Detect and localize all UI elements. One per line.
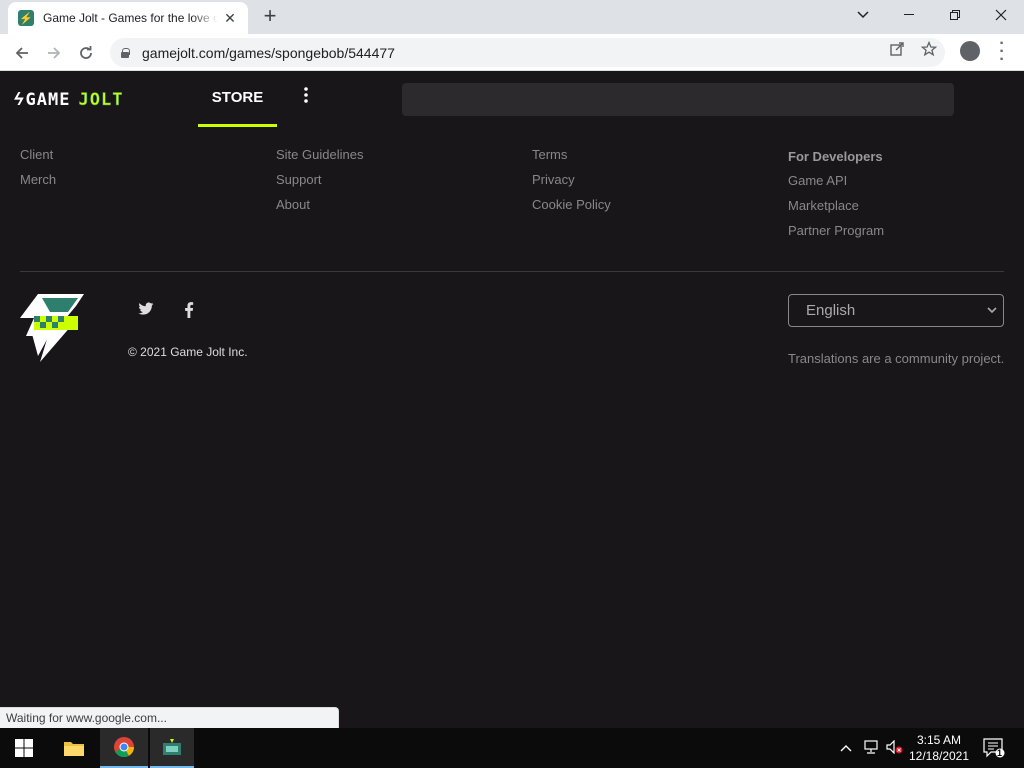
volume-muted-icon[interactable] xyxy=(886,739,904,757)
copyright-text: © 2021 Game Jolt Inc. xyxy=(128,345,248,359)
close-tab-icon[interactable]: ✕ xyxy=(222,10,238,27)
network-icon[interactable] xyxy=(862,740,880,757)
footer-link-game-api[interactable]: Game API xyxy=(788,173,884,189)
windows-logo-icon xyxy=(15,739,33,757)
back-button[interactable] xyxy=(9,40,35,66)
page-content: ϟ GAME JOLT STORE Client Merch Site Guid… xyxy=(0,71,1024,728)
footer-heading-developers: For Developers xyxy=(788,149,883,164)
language-select[interactable]: English xyxy=(788,294,1004,327)
tab-title: Game Jolt - Games for the love of xyxy=(43,11,218,25)
facebook-icon[interactable] xyxy=(180,302,198,320)
footer-link-client[interactable]: Client xyxy=(20,147,56,163)
restore-button[interactable] xyxy=(932,0,978,30)
clock-time: 3:15 AM xyxy=(916,733,962,747)
url-text[interactable]: gamejolt.com/games/spongebob/544477 xyxy=(142,45,395,61)
taskbar-app[interactable] xyxy=(150,728,194,768)
tab-search-chevron-icon[interactable] xyxy=(840,0,886,30)
bolt-icon: ϟ xyxy=(14,89,24,109)
footer-link-partner-program[interactable]: Partner Program xyxy=(788,223,884,239)
translations-note: Translations are a community project. xyxy=(788,351,1005,366)
browser-toolbar: gamejolt.com/games/spongebob/544477 · · · xyxy=(0,34,1024,71)
windows-taskbar: 3:15 AM 12/18/2021 1 xyxy=(0,728,1024,768)
footer-link-merch[interactable]: Merch xyxy=(20,172,56,188)
chrome-menu-icon[interactable]: · · · xyxy=(996,36,1008,68)
taskbar-chrome[interactable] xyxy=(100,728,148,768)
folder-icon xyxy=(64,742,84,756)
footer-column-2: Site Guidelines Support About xyxy=(276,147,363,222)
forward-button[interactable] xyxy=(41,40,67,66)
footer-divider xyxy=(20,271,1004,272)
logo-text-game: GAME xyxy=(25,89,71,110)
gamejolt-logo[interactable]: ϟ GAME JOLT xyxy=(14,89,123,110)
share-icon[interactable] xyxy=(890,41,905,59)
reload-button[interactable] xyxy=(73,40,99,66)
footer-column-3: Terms Privacy Cookie Policy xyxy=(532,147,611,222)
close-window-button[interactable] xyxy=(978,0,1024,30)
footer-link-privacy[interactable]: Privacy xyxy=(532,172,611,188)
show-hidden-icons-chevron-icon[interactable] xyxy=(840,740,852,755)
notification-count-badge: 1 xyxy=(997,748,1003,758)
twitter-icon[interactable] xyxy=(137,302,155,320)
footer-link-about[interactable]: About xyxy=(276,197,363,213)
taskbar-file-explorer[interactable] xyxy=(50,728,98,768)
search-input[interactable] xyxy=(402,83,954,116)
nav-store-tab[interactable]: STORE xyxy=(198,71,277,127)
address-bar[interactable]: gamejolt.com/games/spongebob/544477 xyxy=(110,38,945,67)
footer-link-cookie-policy[interactable]: Cookie Policy xyxy=(532,197,611,213)
chrome-icon xyxy=(114,737,135,758)
footer-column-1: Client Merch xyxy=(20,147,56,197)
footer-column-developers: For Developers Game API Marketplace Part… xyxy=(788,147,884,248)
bookmark-star-icon[interactable] xyxy=(920,40,938,60)
footer-link-support[interactable]: Support xyxy=(276,172,363,188)
new-tab-button[interactable]: + xyxy=(258,4,282,28)
lock-icon[interactable] xyxy=(120,47,130,58)
site-header: ϟ GAME JOLT STORE xyxy=(0,71,1024,127)
footer-link-site-guidelines[interactable]: Site Guidelines xyxy=(276,147,363,163)
footer-link-terms[interactable]: Terms xyxy=(532,147,611,163)
gamejolt-favicon-icon: ⚡ xyxy=(18,10,34,26)
start-button[interactable] xyxy=(0,728,48,768)
profile-avatar-icon[interactable] xyxy=(960,41,980,61)
more-options-icon[interactable] xyxy=(298,87,314,111)
footer-link-marketplace[interactable]: Marketplace xyxy=(788,198,884,214)
browser-tab[interactable]: ⚡ Game Jolt - Games for the love of ✕ xyxy=(8,2,248,34)
chevron-down-icon xyxy=(987,303,997,317)
language-selected-value: English xyxy=(806,302,856,319)
logo-text-jolt: JOLT xyxy=(78,89,124,110)
browser-tabstrip: ⚡ Game Jolt - Games for the love of ✕ + xyxy=(0,0,1024,34)
taskbar-clock[interactable]: 3:15 AM 12/18/2021 xyxy=(906,732,972,764)
browser-status-bar: Waiting for www.google.com... xyxy=(0,707,339,728)
minimize-button[interactable] xyxy=(886,0,932,30)
gamejolt-bolt-logo-icon[interactable] xyxy=(20,294,84,362)
app-icon xyxy=(163,739,181,755)
clock-date: 12/18/2021 xyxy=(908,749,970,763)
